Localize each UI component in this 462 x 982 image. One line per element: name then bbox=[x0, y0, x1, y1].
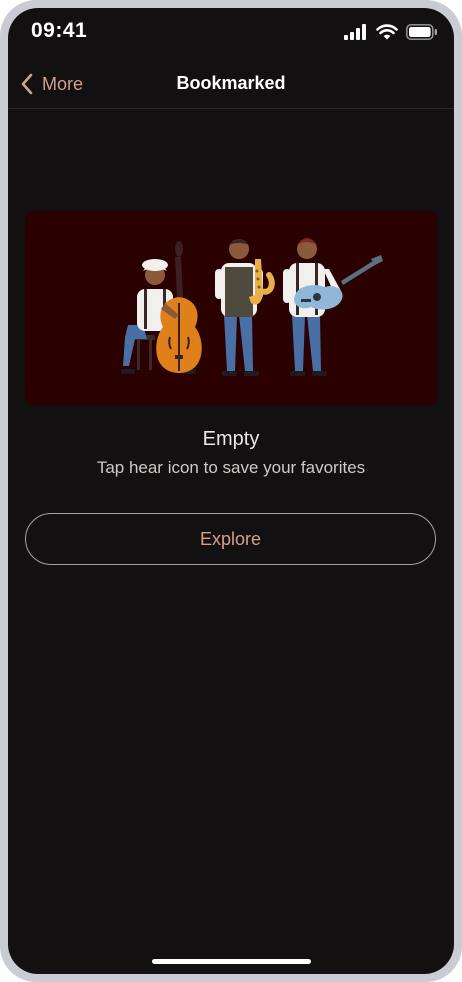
home-indicator[interactable] bbox=[152, 959, 311, 964]
musicians-illustration bbox=[121, 238, 383, 376]
navigation-bar: More Bookmarked bbox=[8, 60, 454, 109]
saxophonist-figure bbox=[215, 239, 275, 376]
screen: 09:41 More Bookmarked Empty Tap hear ico… bbox=[8, 8, 454, 974]
explore-button[interactable]: Explore bbox=[25, 513, 436, 565]
status-icons bbox=[344, 22, 438, 42]
device-frame: 09:41 More Bookmarked Empty Tap hear ico… bbox=[0, 0, 462, 982]
status-time: 09:41 bbox=[31, 19, 88, 42]
status-bar: 09:41 bbox=[8, 8, 454, 54]
empty-state-illustration bbox=[25, 211, 437, 405]
guitarist-figure bbox=[283, 238, 383, 376]
wifi-icon bbox=[376, 24, 398, 40]
empty-state-title: Empty bbox=[202, 428, 260, 450]
bassist-figure bbox=[121, 241, 202, 374]
page-title: Bookmarked bbox=[176, 73, 286, 93]
cellular-signal-icon bbox=[344, 24, 366, 40]
empty-state-subtitle: Tap hear icon to save your favorites bbox=[96, 458, 366, 477]
battery-icon bbox=[406, 24, 437, 40]
